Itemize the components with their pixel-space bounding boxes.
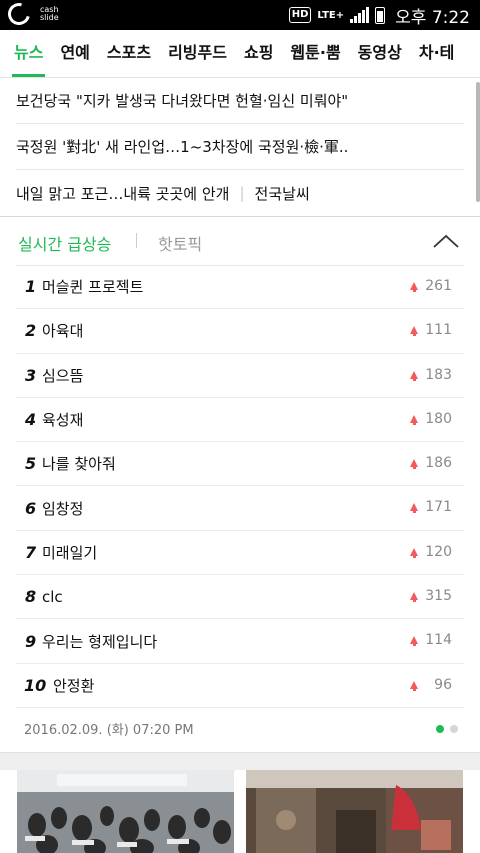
headline-item[interactable]: 내일 맑고 포근…내륙 곳곳에 안개 | 전국날씨 (16, 170, 464, 216)
tab-realtime-rising[interactable]: 실시간 급상승 (18, 231, 111, 255)
rank-number: 1 (25, 277, 37, 297)
trending-header: 실시간 급상승 핫토픽 (0, 217, 480, 265)
cashslide-logo-icon (3, 0, 35, 30)
rank-number: 5 (25, 454, 37, 474)
rising-arrow-icon (410, 547, 418, 558)
scroll-indicator[interactable] (476, 82, 480, 202)
tab-2[interactable]: 스포츠 (105, 30, 153, 77)
headline-item[interactable]: 국정원 '對北' 새 라인업…1~3차장에 국정원·檢·軍.. (16, 124, 464, 170)
rise-count: 171 (425, 499, 452, 516)
tab-1[interactable]: 연예 (58, 30, 91, 77)
trending-row[interactable]: 3 심으뜸 183 (16, 354, 464, 398)
trending-row[interactable]: 10 안정환 96 (16, 664, 464, 708)
rising-arrow-icon (410, 282, 418, 292)
page-dot[interactable] (450, 725, 458, 733)
news-thumbnail-classroom[interactable] (17, 770, 234, 853)
status-clock: 오후 7:22 (395, 7, 470, 28)
tab-5[interactable]: 웹툰·뿜 (288, 30, 342, 77)
headline-separator: | (239, 184, 245, 202)
rising-arrow-icon (410, 459, 418, 470)
trending-row[interactable]: 2 아육대 111 (16, 309, 464, 354)
rise-count: 111 (425, 322, 452, 339)
rise-count: 261 (425, 278, 452, 294)
trending-keyword: 우리는 형제입니다 (42, 632, 158, 651)
trending-keyword: 임창정 (42, 499, 84, 518)
trending-row[interactable]: 8 clc 315 (16, 575, 464, 620)
rank-number: 10 (24, 675, 47, 695)
rising-arrow-icon (410, 503, 418, 514)
trending-keyword: 심으뜸 (42, 366, 84, 385)
tab-7[interactable]: 차·테 (417, 30, 457, 77)
trending-keyword: 나를 찾아줘 (42, 455, 116, 474)
tab-4[interactable]: 쇼핑 (242, 30, 275, 77)
rank-number: 7 (25, 542, 37, 562)
rise-count: 114 (425, 632, 452, 649)
trending-row[interactable]: 4 육성재 180 (16, 398, 464, 443)
category-tab-bar: 뉴스 연예 스포츠 리빙푸드 쇼핑 웹툰·뿜 동영상 차·테 (0, 30, 480, 78)
rise-count: 180 (425, 410, 452, 427)
rank-number: 8 (25, 587, 37, 607)
trending-keyword: 아육대 (42, 322, 84, 341)
rising-arrow-icon (410, 636, 418, 647)
tab-0[interactable]: 뉴스 (12, 30, 46, 77)
rising-arrow-icon (410, 680, 418, 691)
trending-keyword-list: 1 머슬퀸 프로젝트 261 2 아육대 111 3 심으뜸 183 4 육성재 180 5 나를 찾아줘… (16, 265, 464, 708)
headline-list: 보건당국 "지카 발생국 다녀왔다면 헌혈·임신 미뤄야" 국정원 '對北' 새 … (0, 78, 480, 216)
rise-count: 186 (425, 455, 452, 472)
rank-number: 9 (25, 631, 37, 651)
page-dot[interactable] (436, 725, 444, 733)
headline-item[interactable]: 보건당국 "지카 발생국 다녀왔다면 헌혈·임신 미뤄야" (16, 78, 464, 124)
trending-row[interactable]: 7 미래일기 120 (16, 531, 464, 576)
cashslide-logo-text: cash slide (40, 5, 59, 22)
rise-count: 183 (425, 366, 452, 383)
trending-row[interactable]: 5 나를 찾아줘 186 (16, 442, 464, 487)
trending-keyword: 안정환 (53, 676, 95, 695)
battery-icon (375, 6, 386, 24)
rising-arrow-icon (410, 414, 418, 425)
trending-keyword: clc (42, 587, 63, 606)
rise-count: 315 (425, 588, 452, 605)
headline-text: 내일 맑고 포근…내륙 곳곳에 안개 (16, 184, 230, 203)
rank-number: 4 (25, 410, 37, 430)
rise-count: 96 (434, 676, 452, 693)
signal-strength-icon (350, 7, 370, 23)
trending-keyword: 머슬퀸 프로젝트 (42, 278, 144, 297)
weather-link[interactable]: 전국날씨 (255, 183, 310, 204)
trending-keyword: 미래일기 (42, 543, 98, 562)
headline-text: 국정원 '對北' 새 라인업…1~3차장에 국정원·檢·軍.. (16, 138, 349, 156)
section-gap (0, 752, 480, 770)
rising-arrow-icon (410, 326, 418, 337)
network-type: LTE+ (317, 9, 345, 21)
trending-keyword: 육성재 (42, 411, 84, 430)
rank-number: 6 (25, 498, 37, 518)
trending-row[interactable]: 9 우리는 형제입니다 114 (16, 619, 464, 664)
trending-timestamp: 2016.02.09. (화) 07:20 PM (24, 723, 194, 738)
news-thumbnail-alley[interactable] (246, 770, 463, 853)
status-bar: cash slide HD LTE+ 오후 7:22 (0, 0, 480, 30)
tab-separator (136, 233, 137, 248)
rank-number: 3 (25, 365, 37, 385)
rise-count: 120 (425, 543, 452, 560)
hd-voice-icon: HD (288, 7, 312, 23)
trending-row[interactable]: 6 임창정 171 (16, 486, 464, 531)
rank-number: 2 (25, 321, 37, 341)
headline-text: 보건당국 "지카 발생국 다녀왔다면 헌혈·임신 미뤄야" (16, 92, 349, 110)
tab-3[interactable]: 리빙푸드 (166, 30, 229, 77)
rising-arrow-icon (410, 592, 418, 603)
rising-arrow-icon (410, 370, 418, 381)
tab-6[interactable]: 동영상 (356, 30, 404, 77)
chevron-up-icon[interactable] (432, 231, 460, 251)
page-indicator (436, 725, 458, 733)
tab-hot-topic[interactable]: 핫토픽 (158, 231, 202, 255)
trending-row[interactable]: 1 머슬퀸 프로젝트 261 (16, 265, 464, 310)
